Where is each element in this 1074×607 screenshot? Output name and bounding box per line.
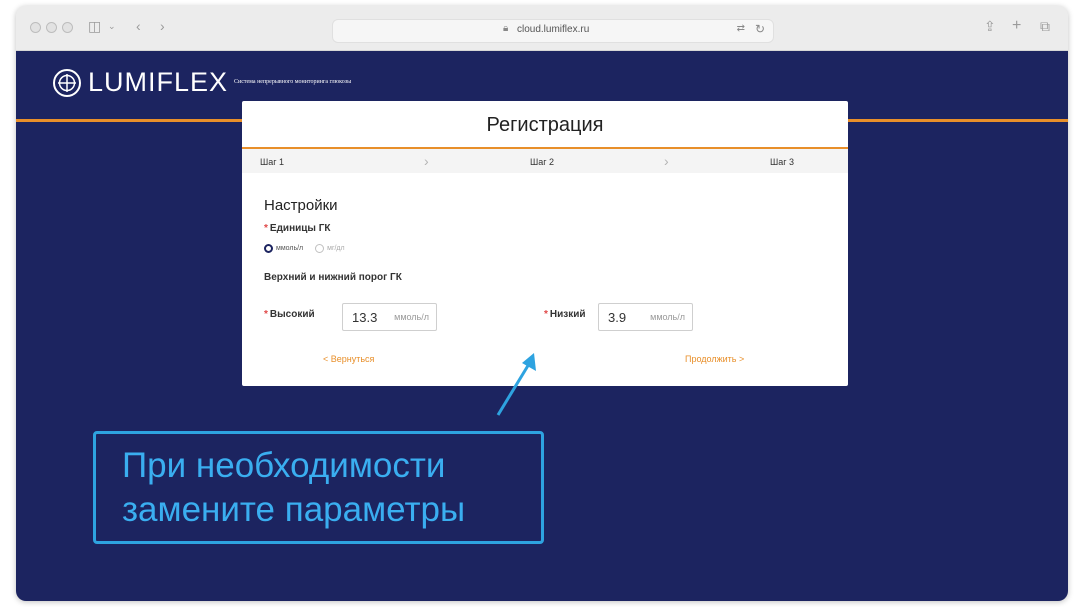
hint-callout: При необходимости замените параметры <box>93 431 544 544</box>
high-threshold-value: 13.3 <box>352 310 378 325</box>
back-icon[interactable]: ‹ <box>136 16 141 36</box>
units-radio-group: ммоль/л мг/дл <box>264 244 345 253</box>
callout-arrow-icon <box>496 353 536 416</box>
high-threshold-unit: ммоль/л <box>394 312 429 322</box>
page-title: Регистрация <box>486 114 604 136</box>
window-controls <box>30 22 73 33</box>
browser-window: ◫ ⌄ ‹ › 🔒︎ cloud.lumiflex.ru ⇄ ↻ ⇪ + ⧉ L… <box>16 6 1068 601</box>
threshold-label: Верхний и нижний порог ГК <box>264 272 402 283</box>
continue-button[interactable]: Продолжить > <box>685 354 744 364</box>
radio-mmol[interactable] <box>264 244 273 253</box>
hint-line-1: При необходимости <box>122 446 446 485</box>
browser-toolbar: ◫ ⌄ ‹ › 🔒︎ cloud.lumiflex.ru ⇄ ↻ ⇪ + ⧉ <box>16 6 1068 51</box>
tabs-icon[interactable]: ⧉ <box>1040 16 1050 36</box>
radio-mmol-label[interactable]: ммоль/л <box>276 245 303 252</box>
zoom-window-button[interactable] <box>62 22 73 33</box>
hint-text: При необходимости замените параметры <box>122 444 465 532</box>
low-label: * Низкий <box>544 309 586 320</box>
hint-line-2: замените параметры <box>122 490 466 529</box>
steps-bar: Шаг 1 › Шаг 2 › Шаг 3 <box>242 149 848 173</box>
translate-icon[interactable]: ⇄ <box>737 23 745 34</box>
units-label: * Единицы ГК <box>264 223 331 234</box>
chevron-right-icon: › <box>664 153 669 169</box>
forward-icon[interactable]: › <box>160 16 165 36</box>
chevron-right-icon: › <box>424 153 429 169</box>
share-icon[interactable]: ⇪ <box>984 16 996 36</box>
page-content: LUMIFLEX Система непрерывного мониторинг… <box>16 51 1068 601</box>
high-threshold-input[interactable]: 13.3 ммоль/л <box>342 303 437 331</box>
radio-mgdl-label[interactable]: мг/дл <box>327 245 344 252</box>
reload-icon[interactable]: ↻ <box>755 22 765 36</box>
logo-globe-icon <box>53 68 81 97</box>
sidebar-icon[interactable]: ◫ <box>88 16 101 36</box>
minimize-window-button[interactable] <box>46 22 57 33</box>
section-title: Настройки <box>264 197 338 214</box>
step-3: Шаг 3 <box>770 157 795 167</box>
address-bar[interactable]: 🔒︎ cloud.lumiflex.ru ⇄ ↻ <box>332 19 774 43</box>
low-threshold-unit: ммоль/л <box>650 312 685 322</box>
new-tab-icon[interactable]: + <box>1012 16 1021 36</box>
low-threshold-input[interactable]: 3.9 ммоль/л <box>598 303 693 331</box>
tagline: Система непрерывного мониторинга глюкозы <box>234 79 352 85</box>
url-text: cloud.lumiflex.ru <box>517 24 590 35</box>
step-2: Шаг 2 <box>530 157 555 167</box>
low-threshold-value: 3.9 <box>608 310 627 325</box>
sidebar-menu-chevron-icon[interactable]: ⌄ <box>108 16 116 36</box>
step-1: Шаг 1 <box>260 157 285 167</box>
logo[interactable]: LUMIFLEX <box>52 67 228 98</box>
logo-text: LUMIFLEX <box>88 67 229 97</box>
lock-icon: 🔒︎ <box>503 23 509 34</box>
radio-mgdl[interactable] <box>315 244 325 253</box>
registration-card: Регистрация Шаг 1 › Шаг 2 › Шаг 3 Настро… <box>242 101 848 386</box>
high-label: * Высокий <box>264 309 315 320</box>
back-button[interactable]: < Вернуться <box>323 354 374 364</box>
close-window-button[interactable] <box>30 22 41 33</box>
